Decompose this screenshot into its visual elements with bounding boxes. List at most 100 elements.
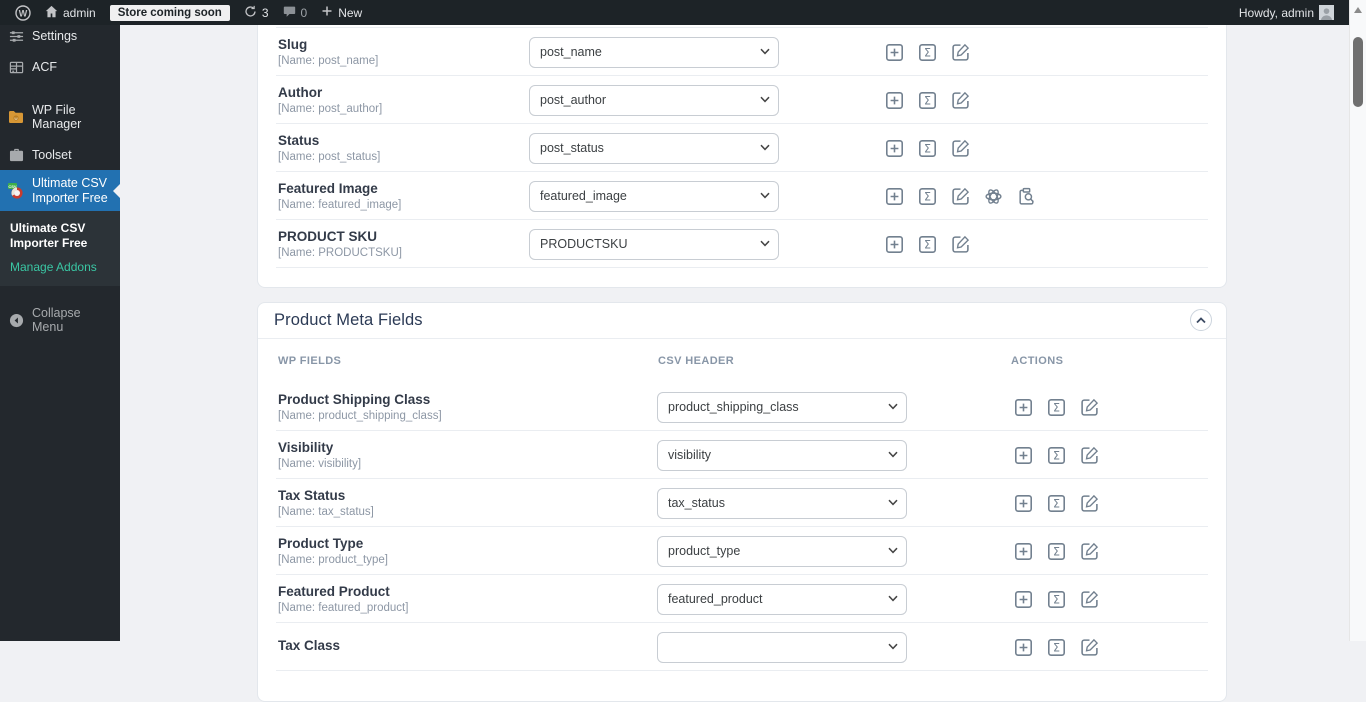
edit-button[interactable] bbox=[1080, 398, 1099, 417]
csv-header-select[interactable]: product_shipping_class bbox=[657, 392, 907, 423]
scroll-up-arrow[interactable] bbox=[1354, 7, 1362, 13]
formula-button[interactable]: Σ bbox=[1047, 446, 1066, 465]
folder-icon: w bbox=[8, 110, 24, 124]
my-account-menu[interactable]: Howdy, admin bbox=[1232, 5, 1341, 20]
csv-header-select[interactable]: featured_image bbox=[529, 181, 779, 212]
csv-header-select[interactable]: visibility bbox=[657, 440, 907, 471]
site-menu[interactable]: admin bbox=[38, 0, 103, 25]
svg-text:W: W bbox=[19, 8, 28, 18]
edit-button[interactable] bbox=[951, 187, 970, 206]
comments-menu[interactable]: 0 bbox=[276, 0, 315, 25]
field-label: Featured Product bbox=[278, 584, 657, 599]
ai-generate-button[interactable] bbox=[984, 187, 1003, 206]
add-mapping-button[interactable] bbox=[885, 187, 904, 206]
csv-header-select-wrap: product_shipping_class bbox=[657, 392, 907, 423]
edit-button[interactable] bbox=[951, 235, 970, 254]
howdy-text: Howdy, admin bbox=[1239, 6, 1314, 20]
row-actions: Σ bbox=[1014, 590, 1099, 609]
formula-button[interactable]: Σ bbox=[1047, 542, 1066, 561]
edit-button[interactable] bbox=[951, 43, 970, 62]
csv-header-select[interactable]: post_name bbox=[529, 37, 779, 68]
field-label: PRODUCT SKU bbox=[278, 229, 529, 244]
add-mapping-button[interactable] bbox=[1014, 590, 1033, 609]
add-mapping-button[interactable] bbox=[885, 43, 904, 62]
submenu-item-manage-addons[interactable]: Manage Addons bbox=[10, 260, 112, 274]
field-name: [Name: tax_status] bbox=[278, 506, 657, 518]
scrollbar-thumb[interactable] bbox=[1353, 37, 1363, 107]
add-mapping-button[interactable] bbox=[885, 139, 904, 158]
csv-header-select[interactable]: post_status bbox=[529, 133, 779, 164]
main-content: Slug [Name: post_name] post_name Σ bbox=[120, 25, 1349, 641]
field-label: Author bbox=[278, 85, 529, 100]
post-fields-card: Slug [Name: post_name] post_name Σ bbox=[257, 25, 1227, 288]
add-mapping-button[interactable] bbox=[885, 235, 904, 254]
row-actions: Σ bbox=[1014, 398, 1099, 417]
sidebar-item-wp-file-manager[interactable]: w WP File Manager bbox=[0, 95, 120, 140]
csv-header-select[interactable]: product_type bbox=[657, 536, 907, 567]
comment-count: 0 bbox=[301, 6, 308, 20]
sidebar-item-settings[interactable]: Settings bbox=[0, 21, 120, 52]
update-icon bbox=[244, 5, 257, 21]
edit-button[interactable] bbox=[1080, 446, 1099, 465]
edit-button[interactable] bbox=[1080, 638, 1099, 657]
add-mapping-button[interactable] bbox=[1014, 398, 1033, 417]
edit-button[interactable] bbox=[1080, 494, 1099, 513]
sliders-icon bbox=[8, 29, 24, 44]
formula-button[interactable]: Σ bbox=[918, 139, 937, 158]
field-row: Author [Name: post_author] post_author Σ bbox=[258, 76, 1226, 124]
csv-importer-icon: CSV bbox=[8, 183, 24, 199]
home-icon bbox=[45, 5, 58, 21]
updates-menu[interactable]: 3 bbox=[237, 0, 276, 25]
column-wp-fields: WP FIELDS bbox=[278, 355, 658, 367]
add-mapping-button[interactable] bbox=[1014, 638, 1033, 657]
svg-text:Σ: Σ bbox=[924, 238, 931, 251]
formula-button[interactable]: Σ bbox=[918, 43, 937, 62]
formula-button[interactable]: Σ bbox=[1047, 638, 1066, 657]
sidebar-item-toolset[interactable]: Toolset bbox=[0, 140, 120, 170]
edit-button[interactable] bbox=[951, 139, 970, 158]
wordpress-logo-icon[interactable]: W bbox=[8, 0, 38, 25]
collapse-section-button[interactable] bbox=[1190, 309, 1212, 331]
csv-header-select-wrap: featured_product bbox=[657, 584, 907, 615]
formula-button[interactable]: Σ bbox=[918, 187, 937, 206]
formula-button[interactable]: Σ bbox=[1047, 494, 1066, 513]
field-row: PRODUCT SKU [Name: PRODUCTSKU] PRODUCTSK… bbox=[258, 220, 1226, 268]
csv-header-select[interactable]: featured_product bbox=[657, 584, 907, 615]
section-title: Product Meta Fields bbox=[274, 311, 423, 330]
sidebar-item-acf[interactable]: ACF bbox=[0, 52, 120, 83]
add-mapping-button[interactable] bbox=[1014, 446, 1033, 465]
formula-button[interactable]: Σ bbox=[1047, 398, 1066, 417]
svg-text:Σ: Σ bbox=[1053, 545, 1060, 558]
formula-button[interactable]: Σ bbox=[918, 235, 937, 254]
edit-button[interactable] bbox=[1080, 590, 1099, 609]
update-count: 3 bbox=[262, 6, 269, 20]
row-divider bbox=[276, 267, 1208, 268]
csv-header-select[interactable]: tax_status bbox=[657, 488, 907, 519]
field-row: Tax Class Σ bbox=[258, 623, 1226, 671]
row-actions: Σ bbox=[1014, 638, 1099, 657]
media-search-button[interactable] bbox=[1017, 187, 1036, 206]
collapse-menu-button[interactable]: Collapse Menu bbox=[0, 298, 120, 343]
csv-header-select[interactable] bbox=[657, 632, 907, 663]
field-row: Product Type [Name: product_type] produc… bbox=[258, 527, 1226, 575]
field-row: Tax Status [Name: tax_status] tax_status… bbox=[258, 479, 1226, 527]
formula-button[interactable]: Σ bbox=[918, 91, 937, 110]
row-actions: Σ bbox=[885, 235, 970, 254]
csv-header-select[interactable]: post_author bbox=[529, 85, 779, 116]
column-csv-header: CSV HEADER bbox=[658, 355, 1011, 367]
vertical-scrollbar[interactable] bbox=[1349, 0, 1366, 641]
edit-button[interactable] bbox=[1080, 542, 1099, 561]
add-mapping-button[interactable] bbox=[1014, 542, 1033, 561]
field-name: [Name: featured_product] bbox=[278, 602, 657, 614]
svg-text:Σ: Σ bbox=[1053, 593, 1060, 606]
formula-button[interactable]: Σ bbox=[1047, 590, 1066, 609]
submenu-item-importer[interactable]: Ultimate CSV Importer Free bbox=[10, 221, 112, 251]
edit-button[interactable] bbox=[951, 91, 970, 110]
new-content-menu[interactable]: New bbox=[314, 0, 369, 25]
add-mapping-button[interactable] bbox=[1014, 494, 1033, 513]
store-status-badge[interactable]: Store coming soon bbox=[103, 0, 237, 25]
field-row: Visibility [Name: visibility] visibility… bbox=[258, 431, 1226, 479]
sidebar-item-ultimate-csv-importer[interactable]: CSV Ultimate CSV Importer Free bbox=[0, 170, 120, 211]
add-mapping-button[interactable] bbox=[885, 91, 904, 110]
csv-header-select[interactable]: PRODUCTSKU bbox=[529, 229, 779, 260]
